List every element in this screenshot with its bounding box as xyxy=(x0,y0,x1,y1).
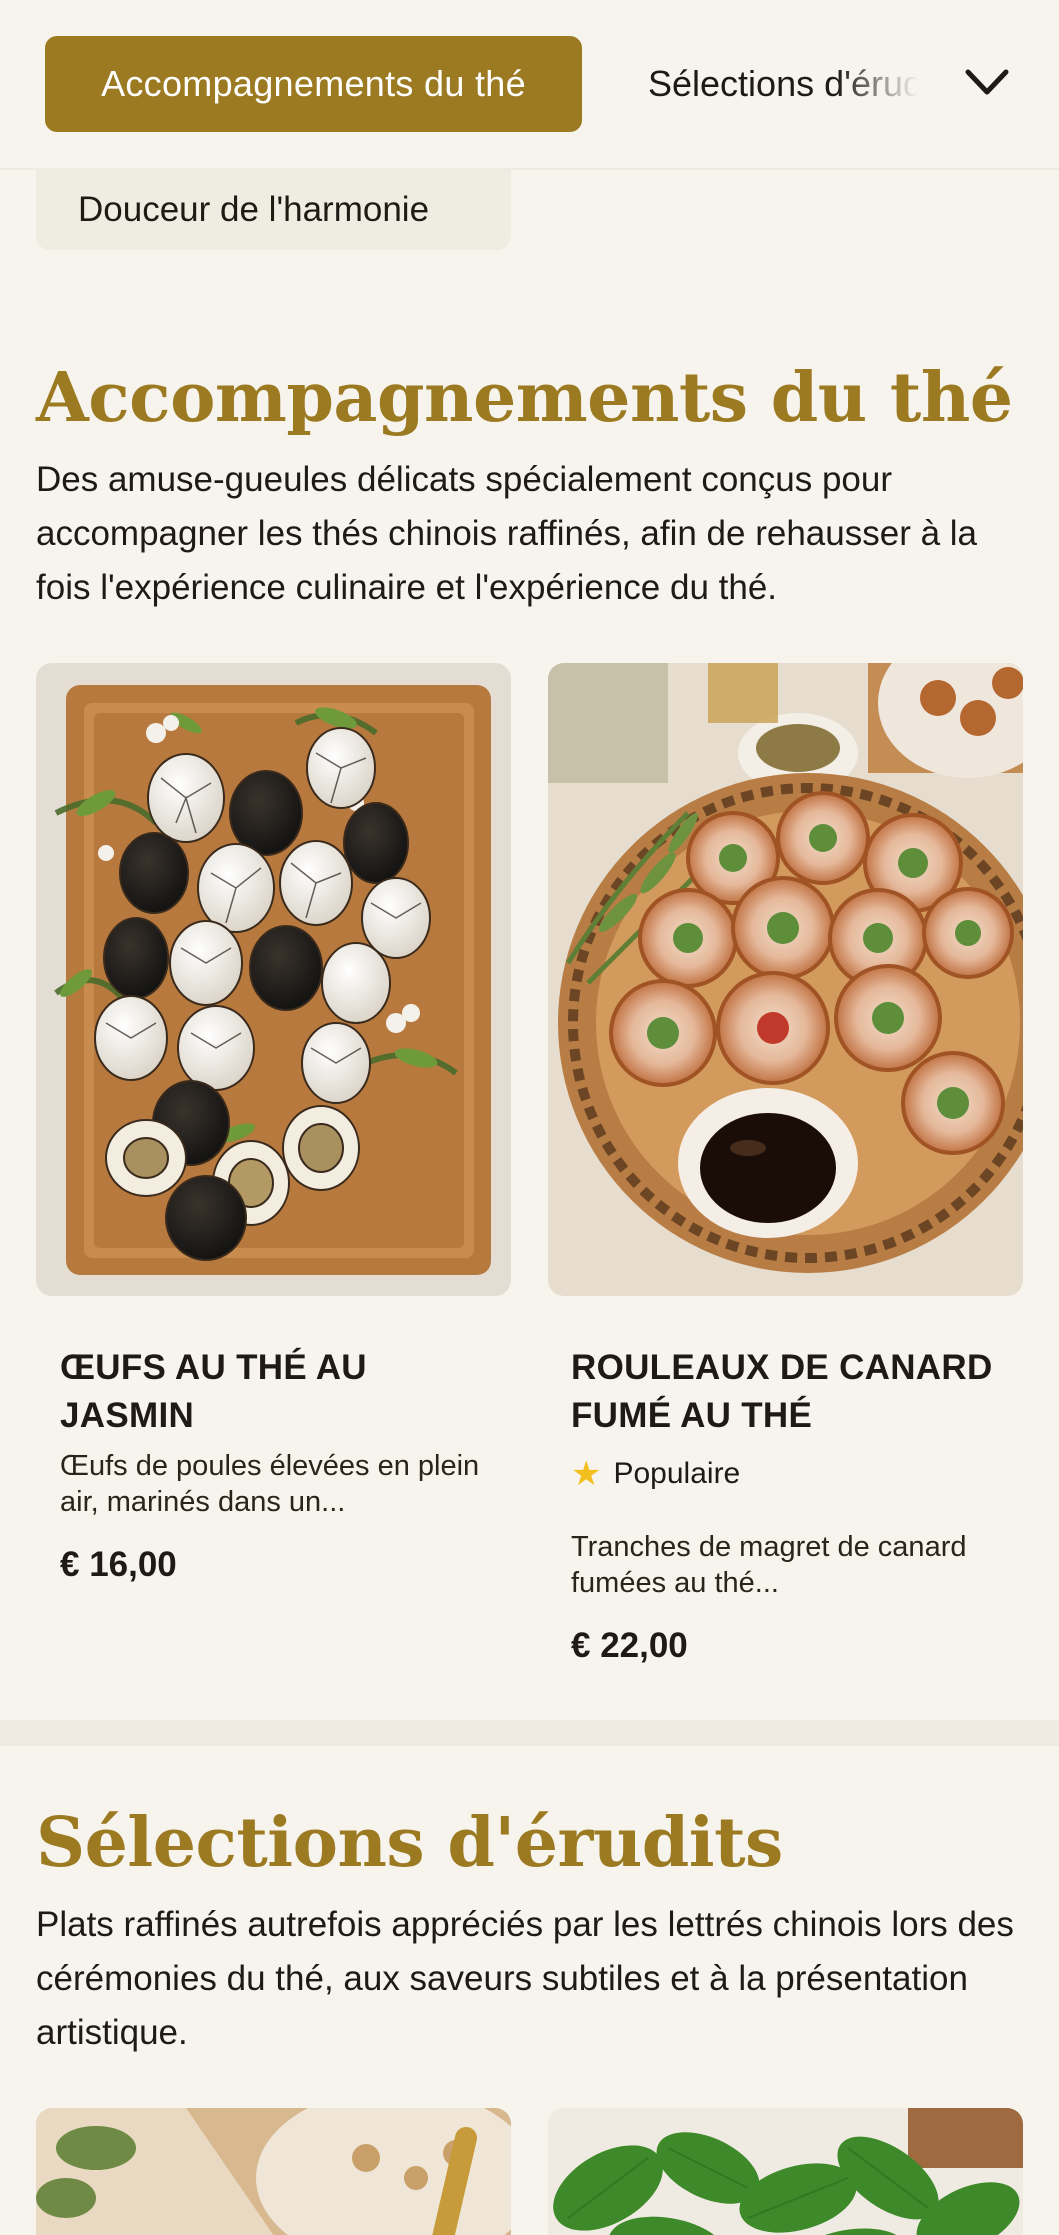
badge-label: Populaire xyxy=(613,1457,741,1490)
menu-item-card[interactable] xyxy=(36,2108,511,2235)
dish-photo-icon xyxy=(548,2108,1023,2235)
subcategory-chip[interactable]: Douceur de l'harmonie xyxy=(36,170,511,250)
section-description: Des amuse-gueules délicats spécialement … xyxy=(36,460,978,607)
popular-badge: ★ Populaire xyxy=(571,1454,740,1494)
menu-item-card[interactable] xyxy=(36,663,511,1296)
tab-accompagnements[interactable]: Accompagnements du thé xyxy=(45,36,582,132)
section-divider xyxy=(0,1720,1059,1746)
chevron-down-icon[interactable] xyxy=(962,62,1012,102)
section-description: Plats raffinés autrefois appréciés par l… xyxy=(36,1905,1014,2052)
menu-item-description: Tranches de magret de canard fumées au t… xyxy=(571,1531,967,1599)
dish-photo-icon xyxy=(36,2108,511,2235)
menu-item-price: € 16,00 xyxy=(60,1545,177,1584)
menu-item-description: Œufs de poules élevées en plein air, mar… xyxy=(60,1450,480,1518)
duck-rolls-photo-icon xyxy=(548,663,1023,1296)
category-nav: Accompagnements du thé Sélections d'érud… xyxy=(0,0,1059,170)
menu-item-name: ŒUFS AU THÉ AU JASMIN xyxy=(60,1348,367,1435)
menu-item-card[interactable] xyxy=(548,663,1023,1296)
menu-item-price: € 22,00 xyxy=(571,1626,688,1665)
star-icon: ★ xyxy=(571,1455,602,1493)
menu-item-card[interactable] xyxy=(548,2108,1023,2235)
tab-selections[interactable]: Sélections d'érudits xyxy=(648,36,918,132)
section-title: Sélections d'érudits xyxy=(36,1803,783,1883)
tea-eggs-photo-icon xyxy=(36,663,511,1296)
section-title: Accompagnements du thé xyxy=(36,358,1013,438)
menu-item-name: ROULEAUX DE CANARD FUMÉ AU THÉ xyxy=(571,1348,993,1435)
